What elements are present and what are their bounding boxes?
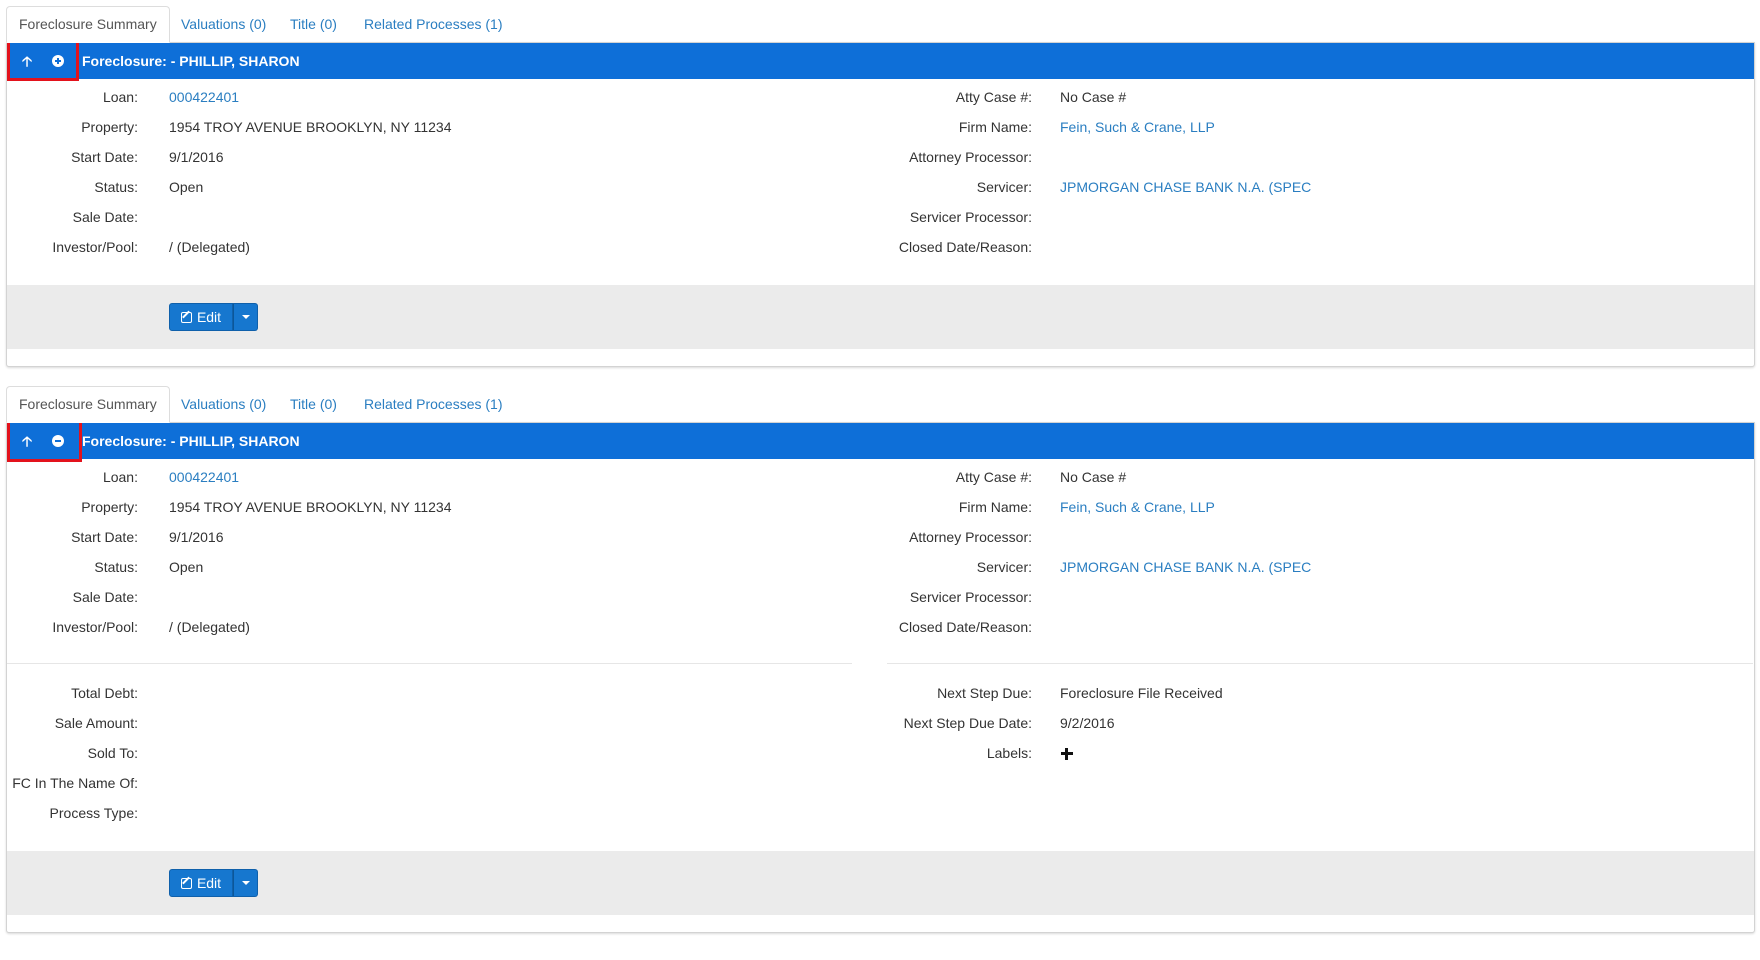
sale-date-label: Sale Date: bbox=[72, 209, 138, 225]
servicer-processor-label: Servicer Processor: bbox=[909, 589, 1032, 605]
atty-case-value: No Case # bbox=[1060, 89, 1127, 105]
panel-title: Foreclosure: - PHILLIP, SHARON bbox=[82, 433, 300, 449]
tab-title[interactable]: Title (0) bbox=[278, 6, 349, 42]
firm-name-label: Firm Name: bbox=[958, 499, 1032, 515]
closed-date-reason-label: Closed Date/Reason: bbox=[898, 239, 1032, 255]
tab-valuations[interactable]: Valuations (0) bbox=[169, 6, 278, 42]
servicer-link[interactable]: JPMORGAN CHASE BANK N.A. (SPEC bbox=[1060, 559, 1311, 575]
panel-title: Foreclosure: - PHILLIP, SHARON bbox=[82, 53, 300, 69]
status-label: Status: bbox=[94, 559, 138, 575]
process-type-label: Process Type: bbox=[49, 805, 138, 821]
total-debt-label: Total Debt: bbox=[71, 685, 138, 701]
firm-name-link[interactable]: Fein, Such & Crane, LLP bbox=[1060, 119, 1215, 135]
start-date-label: Start Date: bbox=[71, 149, 138, 165]
attorney-processor-label: Attorney Processor: bbox=[909, 529, 1032, 545]
atty-case-value: No Case # bbox=[1060, 469, 1127, 485]
atty-case-label: Atty Case #: bbox=[955, 89, 1032, 105]
property-value: 1954 TROY AVENUE BROOKLYN, NY 11234 bbox=[169, 119, 452, 135]
loan-value-link[interactable]: 000422401 bbox=[169, 469, 239, 485]
attorney-processor-label: Attorney Processor: bbox=[909, 149, 1032, 165]
firm-name-label: Firm Name: bbox=[958, 119, 1032, 135]
servicer-label: Servicer: bbox=[976, 179, 1032, 195]
panel-header: 🡡 Foreclosure: - PHILLIP, SHARON bbox=[7, 423, 1754, 459]
panel-footer: Edit bbox=[7, 285, 1754, 349]
servicer-link[interactable]: JPMORGAN CHASE BANK N.A. (SPEC bbox=[1060, 179, 1311, 195]
sale-amount-label: Sale Amount: bbox=[54, 715, 138, 731]
foreclosure-panel-body: 🡡 Foreclosure: - PHILLIP, SHARON Loan: 0… bbox=[6, 418, 1755, 933]
panel-header: 🡡 Foreclosure: - PHILLIP, SHARON bbox=[7, 43, 1754, 79]
investor-pool-value: / (Delegated) bbox=[169, 619, 250, 635]
caret-down-icon bbox=[242, 315, 250, 319]
foreclosure-panel-body: 🡡 Foreclosure: - PHILLIP, SHARON Loan: 0… bbox=[6, 39, 1755, 367]
edit-dropdown-toggle[interactable] bbox=[233, 303, 258, 331]
tab-bar: Foreclosure Summary Valuations (0) Title… bbox=[6, 6, 1753, 43]
next-step-due-date-label: Next Step Due Date: bbox=[903, 715, 1032, 731]
tab-foreclosure-summary[interactable]: Foreclosure Summary bbox=[6, 6, 170, 43]
edit-button[interactable]: Edit bbox=[169, 869, 233, 897]
edit-icon bbox=[180, 312, 192, 323]
start-date-value: 9/1/2016 bbox=[169, 529, 224, 545]
loan-value-link[interactable]: 000422401 bbox=[169, 89, 239, 105]
plus-icon[interactable] bbox=[1060, 747, 1074, 761]
property-value: 1954 TROY AVENUE BROOKLYN, NY 11234 bbox=[169, 499, 452, 515]
edit-button-label: Edit bbox=[196, 875, 222, 891]
caret-down-icon bbox=[242, 881, 250, 885]
sold-to-label: Sold To: bbox=[87, 745, 138, 761]
edit-button-label: Edit bbox=[196, 309, 222, 325]
labels-label: Labels: bbox=[986, 745, 1032, 761]
next-step-due-label: Next Step Due: bbox=[937, 685, 1032, 701]
edit-dropdown-toggle[interactable] bbox=[233, 869, 258, 897]
tab-foreclosure-summary[interactable]: Foreclosure Summary bbox=[6, 386, 170, 423]
next-step-due-value: Foreclosure File Received bbox=[1060, 685, 1223, 701]
investor-pool-label: Investor/Pool: bbox=[52, 239, 138, 255]
next-step-due-date-value: 9/2/2016 bbox=[1060, 715, 1115, 731]
section-divider bbox=[7, 663, 852, 664]
servicer-processor-label: Servicer Processor: bbox=[909, 209, 1032, 225]
loan-label: Loan: bbox=[102, 469, 138, 485]
section-divider bbox=[887, 663, 1753, 664]
loan-label: Loan: bbox=[102, 89, 138, 105]
tab-related-processes[interactable]: Related Processes (1) bbox=[352, 6, 515, 42]
foreclosure-panel-collapsed: Foreclosure Summary Valuations (0) Title… bbox=[6, 6, 1755, 367]
tab-related-processes[interactable]: Related Processes (1) bbox=[352, 386, 515, 422]
investor-pool-value: / (Delegated) bbox=[169, 239, 250, 255]
property-label: Property: bbox=[81, 119, 138, 135]
fc-in-name-of-label: FC In The Name Of: bbox=[12, 775, 138, 791]
highlight-box bbox=[7, 418, 82, 462]
highlight-box bbox=[7, 39, 79, 81]
investor-pool-label: Investor/Pool: bbox=[52, 619, 138, 635]
edit-icon bbox=[180, 878, 192, 889]
panel-footer: Edit bbox=[7, 851, 1754, 915]
tab-valuations[interactable]: Valuations (0) bbox=[169, 386, 278, 422]
atty-case-label: Atty Case #: bbox=[955, 469, 1032, 485]
edit-button[interactable]: Edit bbox=[169, 303, 233, 331]
property-label: Property: bbox=[81, 499, 138, 515]
status-label: Status: bbox=[94, 179, 138, 195]
servicer-label: Servicer: bbox=[976, 559, 1032, 575]
closed-date-reason-label: Closed Date/Reason: bbox=[898, 619, 1032, 635]
tab-bar: Foreclosure Summary Valuations (0) Title… bbox=[6, 386, 1753, 423]
sale-date-label: Sale Date: bbox=[72, 589, 138, 605]
firm-name-link[interactable]: Fein, Such & Crane, LLP bbox=[1060, 499, 1215, 515]
start-date-label: Start Date: bbox=[71, 529, 138, 545]
status-value: Open bbox=[169, 179, 204, 195]
tab-title[interactable]: Title (0) bbox=[278, 386, 349, 422]
start-date-value: 9/1/2016 bbox=[169, 149, 224, 165]
foreclosure-panel-expanded: Foreclosure Summary Valuations (0) Title… bbox=[6, 386, 1755, 933]
status-value: Open bbox=[169, 559, 204, 575]
